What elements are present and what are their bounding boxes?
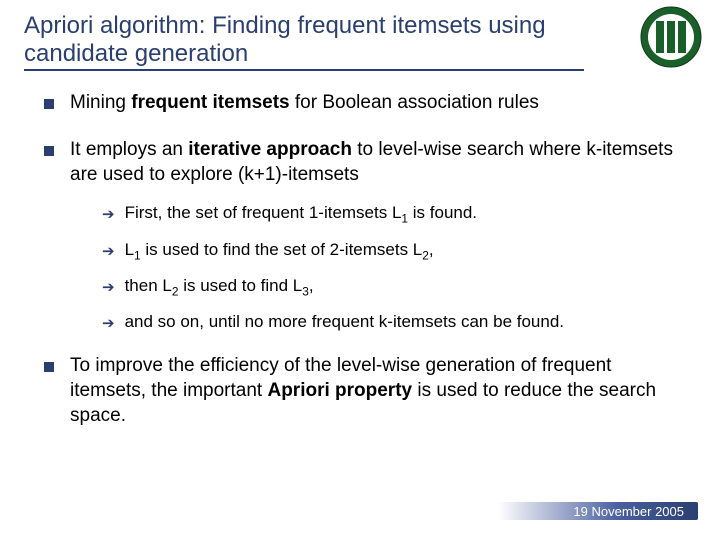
sub-bullet-3-text: then L2 is used to find L3, [125,276,314,298]
bullet-3: To improve the efficiency of the level-w… [44,354,676,428]
bullet-1-text: Mining frequent itemsets for Boolean ass… [70,91,539,116]
content-area: Mining frequent itemsets for Boolean ass… [0,77,720,428]
bullet-3-text: To improve the efficiency of the level-w… [70,354,676,428]
sub-bullet-2-text: L1 is used to find the set of 2-itemsets… [125,240,434,262]
sub-bullet-list: ➔ First, the set of frequent 1-itemsets … [102,203,676,332]
arrow-bullet-icon: ➔ [102,314,115,332]
arrow-bullet-icon: ➔ [102,242,115,260]
square-bullet-icon [44,146,54,156]
sub-bullet-3: ➔ then L2 is used to find L3, [102,276,676,298]
sub-bullet-4: ➔ and so on, until no more frequent k-it… [102,312,676,332]
sub-bullet-2: ➔ L1 is used to find the set of 2-itemse… [102,240,676,262]
arrow-bullet-icon: ➔ [102,205,115,223]
bullet-2-text: It employs an iterative approach to leve… [70,138,676,187]
arrow-bullet-icon: ➔ [102,278,115,296]
footer-bar: 19 November 2005 [498,500,698,522]
sub-bullet-1-text: First, the set of frequent 1-itemsets L1… [125,203,477,225]
slide-title: Apriori algorithm: Finding frequent item… [24,12,696,67]
sub-bullet-1: ➔ First, the set of frequent 1-itemsets … [102,203,676,225]
title-underline [24,69,584,71]
footer-date: 19 November 2005 [573,504,684,519]
sub-bullet-4-text: and so on, until no more frequent k-item… [125,312,564,332]
logo-icon [640,6,702,68]
title-area: Apriori algorithm: Finding frequent item… [0,0,720,77]
square-bullet-icon [44,362,54,372]
square-bullet-icon [44,99,54,109]
bullet-2: It employs an iterative approach to leve… [44,138,676,187]
bullet-1: Mining frequent itemsets for Boolean ass… [44,91,676,116]
